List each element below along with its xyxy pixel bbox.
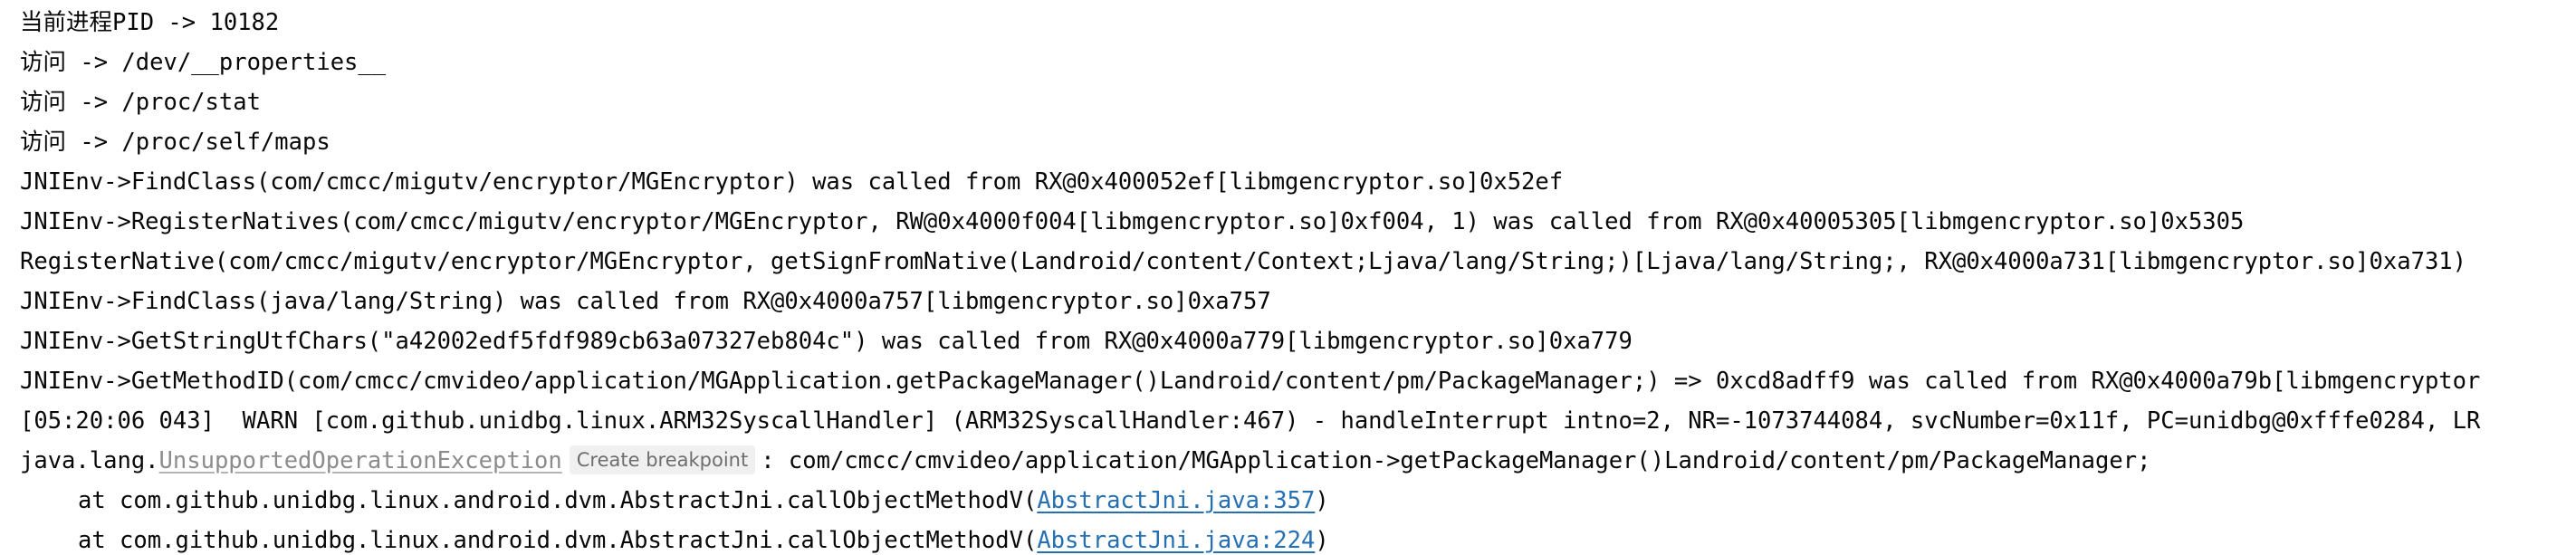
console-line-register-natives: JNIEnv->RegisterNatives(com/cmcc/migutv/… — [20, 208, 2245, 235]
console-line-access-properties: 访问 -> /dev/__properties__ — [20, 49, 387, 76]
stack-frame-source-link[interactable]: AbstractJni.java:224 — [1037, 527, 1315, 554]
console-line-get-string-utf-chars: JNIEnv->GetStringUtfChars("a42002edf5fdf… — [20, 328, 1633, 355]
console-line-register-native: RegisterNative(com/cmcc/migutv/encryptor… — [20, 248, 2467, 275]
stack-frame-close-paren: ) — [1315, 527, 1329, 554]
console-line-access-stat: 访问 -> /proc/stat — [20, 89, 261, 116]
console-output: 当前进程PID -> 10182 访问 -> /dev/__properties… — [0, 0, 2576, 555]
exception-prefix: java.lang. — [20, 447, 159, 474]
exception-class-name[interactable]: UnsupportedOperationException — [159, 447, 562, 474]
stack-frame-source-link[interactable]: AbstractJni.java:357 — [1037, 487, 1315, 514]
console-line-pid: 当前进程PID -> 10182 — [20, 9, 280, 36]
console-line-get-method-id: JNIEnv->GetMethodID(com/cmcc/cmvideo/app… — [20, 368, 2481, 395]
console-line-findclass-string: JNIEnv->FindClass(java/lang/String) was … — [20, 288, 1271, 315]
console-line-findclass-encryptor: JNIEnv->FindClass(com/cmcc/migutv/encryp… — [20, 168, 1564, 196]
stack-frame-method: at com.github.unidbg.linux.android.dvm.A… — [78, 527, 1038, 554]
stack-frame: at com.github.unidbg.linux.android.dvm.A… — [0, 521, 2576, 555]
console-line-access-maps: 访问 -> /proc/self/maps — [20, 129, 330, 156]
console-line-warn: [05:20:06 043] WARN [com.github.unidbg.l… — [20, 407, 2481, 435]
stack-frame: at com.github.unidbg.linux.android.dvm.A… — [0, 481, 2576, 521]
create-breakpoint-button[interactable]: Create breakpoint — [569, 445, 756, 474]
stack-frame-close-paren: ) — [1315, 487, 1329, 514]
stack-frame-method: at com.github.unidbg.linux.android.dvm.A… — [78, 487, 1038, 514]
exception-message: : com/cmcc/cmvideo/application/MGApplica… — [761, 447, 2151, 474]
exception-line: java.lang.UnsupportedOperationException C… — [0, 441, 2576, 481]
